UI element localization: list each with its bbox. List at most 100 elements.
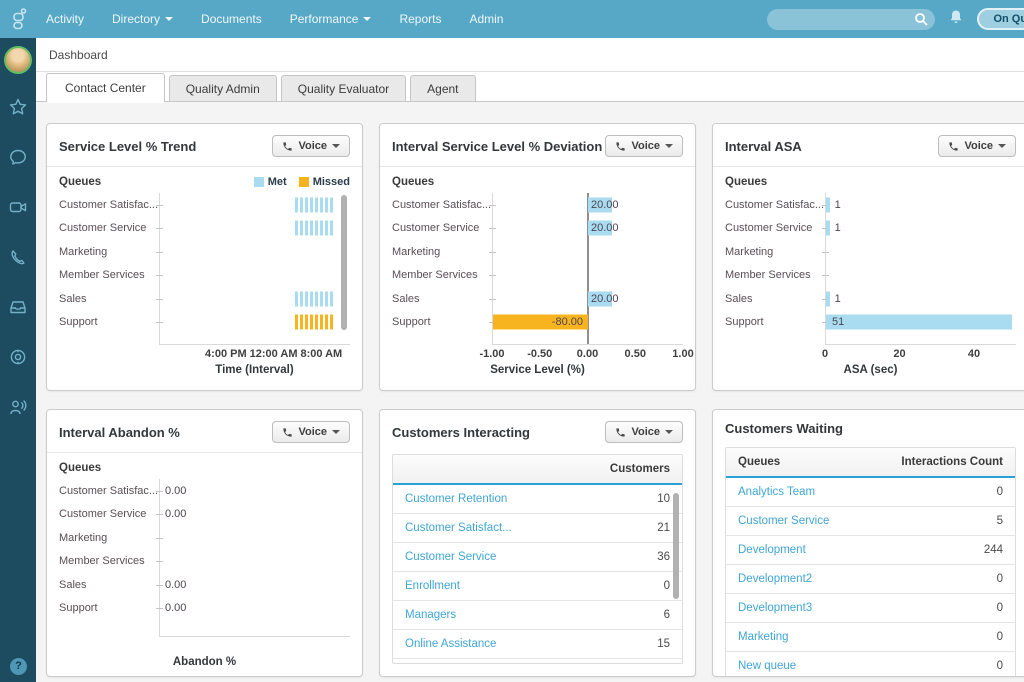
axis-tick-label: 0.00 [577,348,598,360]
queue-link[interactable]: Development [738,544,806,556]
axis-tick-label: 4:00 PM [205,348,247,360]
tab-contact-center[interactable]: Contact Center [46,73,165,102]
queue-label: Support [59,311,159,335]
chevron-down-icon [363,17,371,21]
queue-row: Customer Satisfact... 21 [393,513,682,542]
panel-title: Customers Interacting [392,425,530,440]
tab-agent[interactable]: Agent [410,75,475,102]
top-navigation-bar: Activity Directory Documents Performance Rep… [0,0,1024,38]
chart-header-row: QueuesMetMissed [59,173,350,191]
phone-icon[interactable] [9,248,27,266]
queue-row: New queue0 [726,651,1015,677]
legend-swatch [254,177,264,187]
tab-quality-admin[interactable]: Quality Admin [169,75,277,102]
voice-filter-button[interactable]: Voice [605,421,683,443]
nav-item-reports[interactable]: Reports [399,12,441,26]
bar-label: 0.00 [165,485,186,497]
queue-row: Managers6 [393,600,682,629]
plot-row [826,264,1016,288]
nav-item-documents[interactable]: Documents [201,12,262,26]
chevron-down-icon [332,430,340,434]
v-scrollbar[interactable] [673,493,679,599]
help-icon[interactable]: ? [10,658,27,675]
plot-row: 20.00 [493,287,683,311]
queue-link[interactable]: Customer Service [738,515,829,527]
voice-filter-button[interactable]: Voice [605,135,683,157]
nav-item-label: Directory [112,12,160,26]
queue-row: Enrollment0 [393,571,682,600]
global-search[interactable] [767,9,935,30]
x-axis-title: Time (Interval) [159,361,350,376]
agent-audio-icon[interactable] [9,398,27,416]
legend-item-met: Met [254,176,287,188]
category-axis: Customer Satisfac...Customer ServiceMark… [392,193,492,345]
truncated-row [393,658,682,663]
queue-link[interactable]: Marketing [738,631,789,643]
nav-item-directory[interactable]: Directory [112,12,173,26]
app-logo-icon[interactable] [0,0,38,38]
favorites-star-icon[interactable] [9,98,27,116]
count-value: 0 [997,631,1003,643]
queue-link[interactable]: Online Assistance [405,638,496,650]
queue-link[interactable]: Development2 [738,573,812,585]
chart-header-row: Queues [725,173,1016,191]
queue-link[interactable]: Analytics Team [738,486,815,498]
main-area: Dashboard Contact CenterQuality AdminQua… [36,38,1024,682]
status-badge[interactable]: On Queue [977,8,1024,30]
v-scrollbar[interactable] [341,195,347,330]
queue-link[interactable]: Customer Retention [405,493,507,505]
panel-title: Interval Abandon % [59,425,180,440]
nav-item-activity[interactable]: Activity [46,12,84,26]
nav-item-admin[interactable]: Admin [469,12,503,26]
bar-label: 0.00 [165,508,186,520]
relate-target-icon[interactable] [9,348,27,366]
voice-filter-button[interactable]: Voice [272,135,350,157]
tick-mark [330,221,333,236]
queue-link[interactable]: Customer Service [405,551,496,563]
notifications-bell-icon[interactable] [948,9,964,30]
voice-filter-button[interactable]: Voice [938,135,1016,157]
axis-tick-label: -0.50 [527,348,552,360]
queue-row: Customer Retention 10 [393,485,682,513]
tick-mark [325,291,328,306]
table-header-count: Interactions Count [901,456,1003,468]
inbox-icon[interactable] [9,298,27,316]
search-input[interactable] [777,9,911,32]
chevron-down-icon [665,430,673,434]
video-icon[interactable] [9,198,27,216]
queue-link[interactable]: Customer Satisfact... [405,522,512,534]
avatar[interactable] [4,46,32,74]
nav-item-performance[interactable]: Performance [290,12,372,26]
queue-label: Customer Service [59,503,159,527]
queue-row: Online Assistance15 [393,629,682,658]
count-value: 10 [657,493,670,505]
panel-customers-interacting: Customers Interacting Voice CustomersCus… [379,409,696,677]
plot-row: 1 [826,287,1016,311]
queue-link[interactable]: New queue [738,660,796,672]
tick-mark [295,315,298,330]
tick-mark [315,291,318,306]
tab-quality-evaluator[interactable]: Quality Evaluator [281,75,406,102]
plot-row [160,264,350,288]
queue-link[interactable]: Enrollment [405,580,460,592]
chart-group-label: Queues [59,176,101,188]
voice-filter-button[interactable]: Voice [272,421,350,443]
bar [826,197,830,212]
main-menu: Activity Directory Documents Performance Rep… [46,12,503,26]
chat-icon[interactable] [9,148,27,166]
axis-tick-label: 0 [822,348,828,360]
queue-link[interactable]: Managers [405,609,456,621]
search-icon[interactable] [914,12,928,31]
queue-label: Customer Satisfac... [59,193,159,217]
queue-link[interactable]: Development3 [738,602,812,614]
count-value: 21 [657,522,670,534]
queue-label: Sales [725,287,825,311]
queue-row: Customer Service5 [726,506,1015,535]
nav-right-cluster: On Queue [767,8,1024,30]
sidebar: ? [0,38,36,682]
plot-row: 0.00 [160,597,350,621]
queue-label: Customer Satisfac... [725,193,825,217]
queue-label: Customer Service [725,217,825,241]
count-value: 0 [997,486,1003,498]
bar-label: 20.00 [591,222,619,234]
